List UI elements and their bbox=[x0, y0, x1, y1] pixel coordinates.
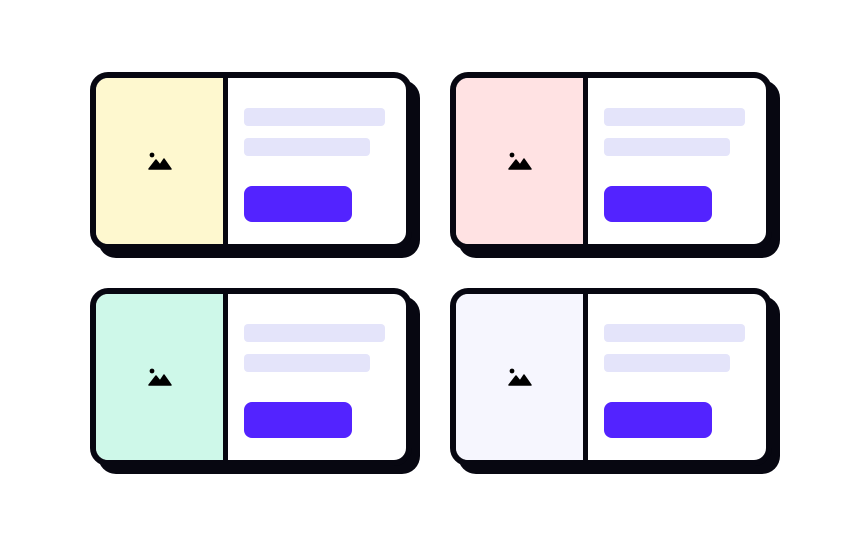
image-icon bbox=[507, 152, 532, 170]
card-3 bbox=[90, 288, 420, 474]
card-content bbox=[588, 78, 766, 244]
title-placeholder bbox=[604, 324, 745, 342]
card-button[interactable] bbox=[244, 186, 352, 222]
image-icon bbox=[507, 368, 532, 386]
card-body bbox=[90, 72, 412, 250]
card-button[interactable] bbox=[604, 186, 712, 222]
subtitle-placeholder bbox=[244, 138, 370, 156]
card-image bbox=[96, 78, 228, 244]
subtitle-placeholder bbox=[604, 138, 730, 156]
card-button[interactable] bbox=[604, 402, 712, 438]
card-content bbox=[588, 294, 766, 460]
card-body bbox=[450, 288, 772, 466]
title-placeholder bbox=[604, 108, 745, 126]
card-image bbox=[456, 78, 588, 244]
subtitle-placeholder bbox=[244, 354, 370, 372]
image-icon bbox=[147, 368, 172, 386]
card-4 bbox=[450, 288, 780, 474]
card-button[interactable] bbox=[244, 402, 352, 438]
card-image bbox=[96, 294, 228, 460]
card-body bbox=[450, 72, 772, 250]
card-content bbox=[228, 294, 406, 460]
title-placeholder bbox=[244, 324, 385, 342]
card-image bbox=[456, 294, 588, 460]
title-placeholder bbox=[244, 108, 385, 126]
card-content bbox=[228, 78, 406, 244]
image-icon bbox=[147, 152, 172, 170]
card-2 bbox=[450, 72, 780, 258]
card-1 bbox=[90, 72, 420, 258]
subtitle-placeholder bbox=[604, 354, 730, 372]
card-body bbox=[90, 288, 412, 466]
